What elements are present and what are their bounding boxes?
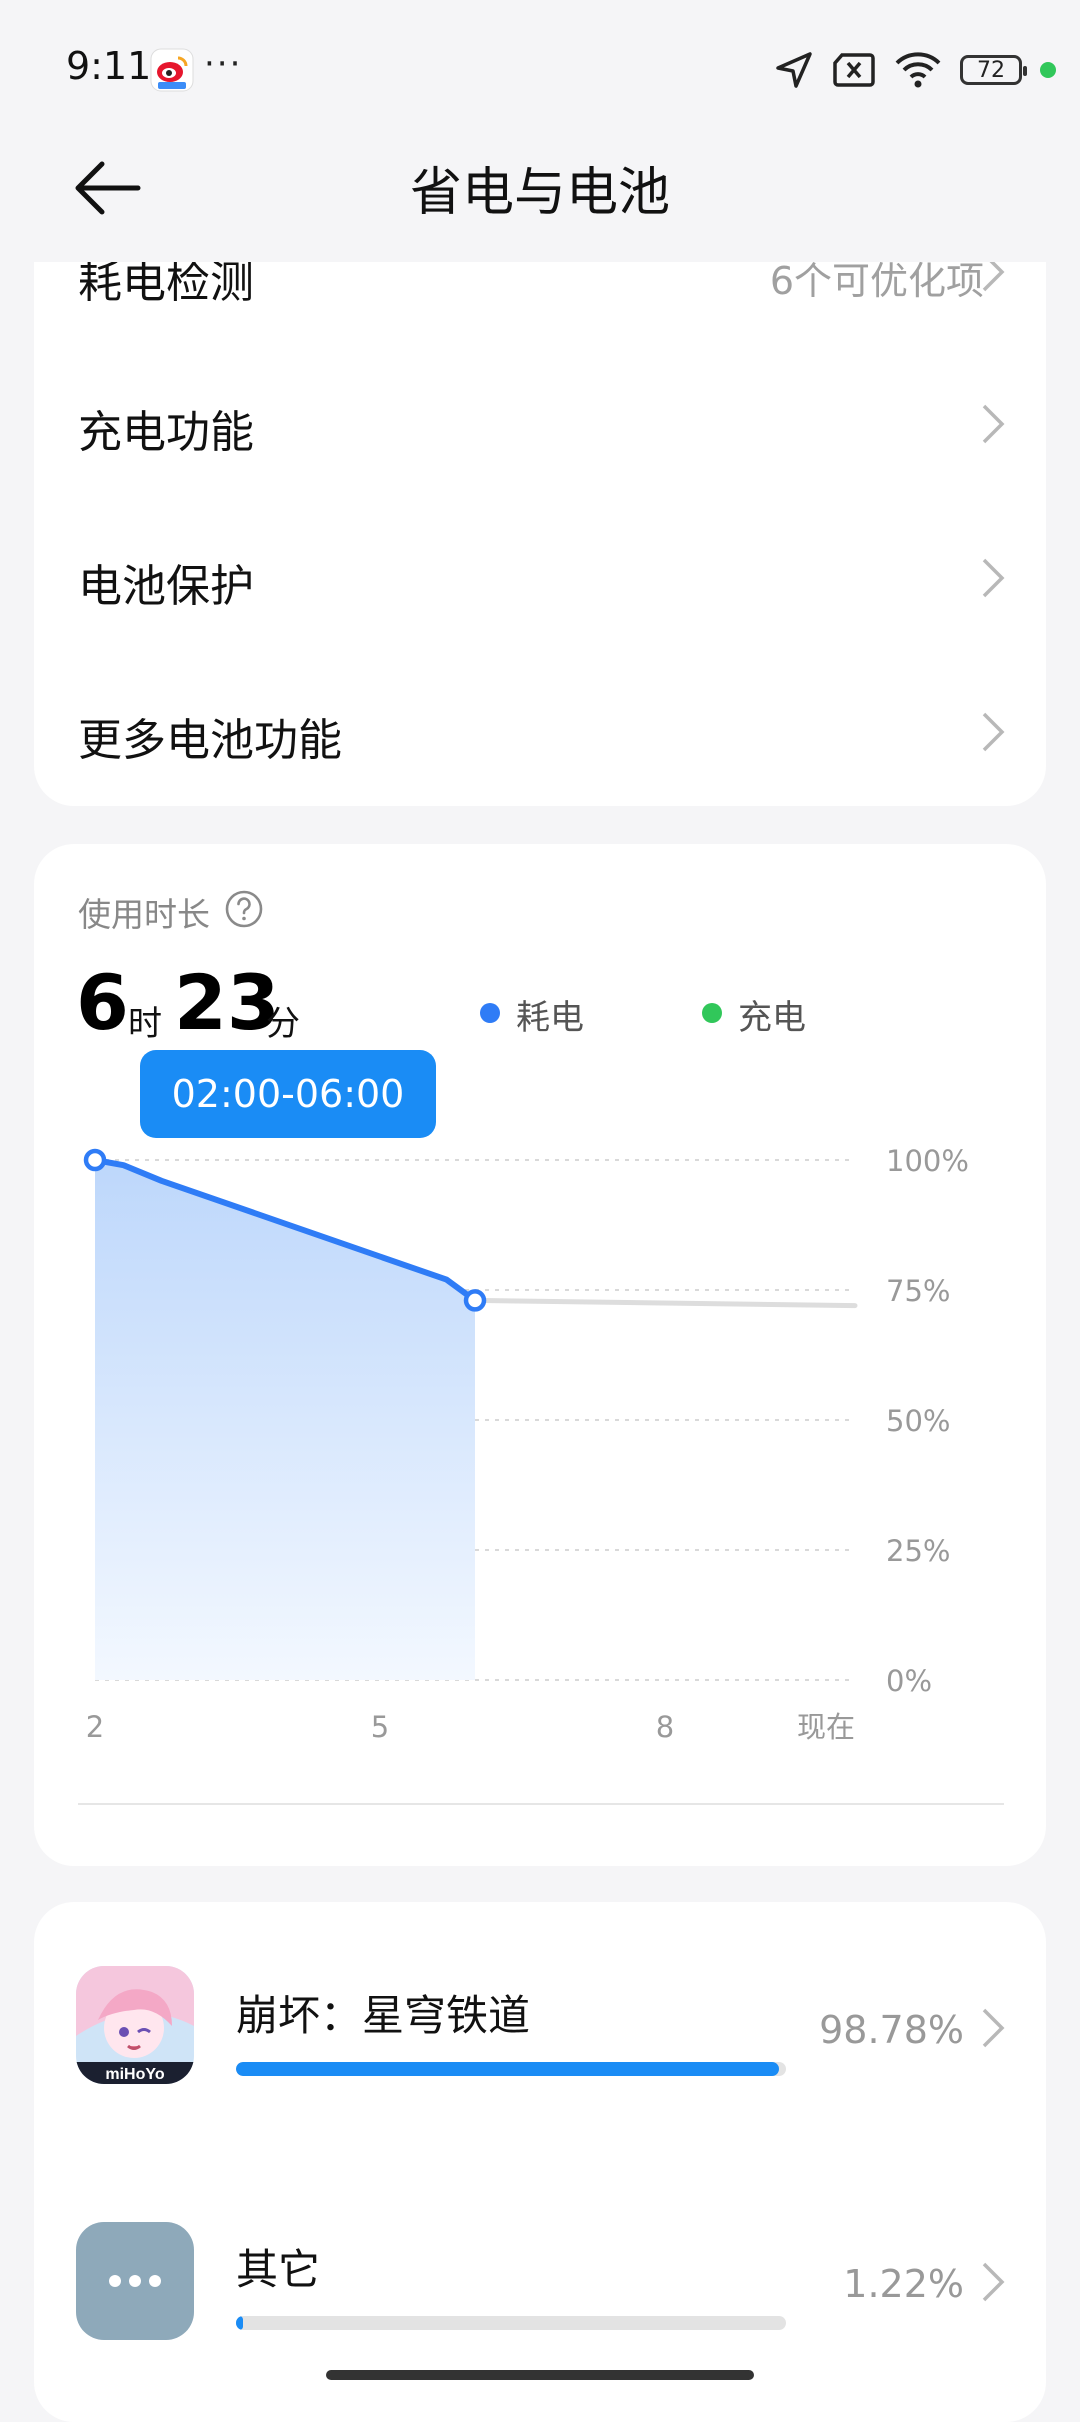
help-question-icon[interactable] <box>224 889 264 929</box>
legend-charge-dot <box>702 1003 722 1023</box>
y-tick-label: 0% <box>886 1664 932 1698</box>
usage-hours-value: 6 <box>76 958 129 1047</box>
wifi-icon <box>895 52 941 88</box>
x-tick-label: 8 <box>656 1710 674 1744</box>
drain-area <box>95 1160 475 1680</box>
chevron-right-icon <box>982 2008 1005 2048</box>
menu-item-more-battery-features[interactable]: 更多电池功能 <box>78 704 342 768</box>
honkai-star-rail-app-icon[interactable]: miHoYo <box>76 1966 194 2084</box>
home-indicator[interactable] <box>326 2370 754 2380</box>
usage-bar <box>236 2062 786 2076</box>
legend-drain-label: 耗电 <box>516 998 584 1038</box>
legend-drain-dot <box>480 1003 500 1023</box>
chevron-right-icon <box>982 2262 1005 2302</box>
x-tick-label: 2 <box>86 1710 104 1744</box>
y-tick-label: 100% <box>886 1144 969 1178</box>
x-tick-label: 5 <box>371 1710 389 1744</box>
usage-bar <box>236 2316 786 2330</box>
y-tick-label: 25% <box>886 1534 950 1568</box>
x-tick-label: 现在 <box>797 1710 855 1744</box>
usage-time-label: 使用时长 <box>78 895 210 934</box>
data-point[interactable] <box>463 1289 487 1312</box>
privacy-indicator-dot <box>1040 62 1056 78</box>
status-time: 9:11 <box>66 44 152 88</box>
legend-charge-label: 充电 <box>738 998 806 1038</box>
sim-off-icon <box>833 53 875 87</box>
svg-text:miHoYo: miHoYo <box>105 2066 164 2083</box>
app-percentage: 1.22% <box>843 2262 964 2306</box>
usage-hours-unit: 时 <box>128 1004 162 1044</box>
chevron-right-icon <box>982 558 1005 598</box>
projection-line <box>472 1297 858 1309</box>
usage-minutes-unit: 分 <box>266 1004 300 1044</box>
usage-bar-fill <box>236 2316 243 2330</box>
card-divider <box>78 1803 1004 1805</box>
weibo-notification-icon <box>150 48 194 92</box>
battery-usage-chart[interactable]: 100% 75% 50% 25% 0% 2 5 8 现在 <box>0 1100 1080 1760</box>
menu-item-battery-protection[interactable]: 电池保护 <box>78 550 254 614</box>
chevron-right-icon <box>982 712 1005 752</box>
page-title: 省电与电池 <box>409 163 670 223</box>
more-dots-icon[interactable] <box>76 2222 194 2340</box>
app-percentage: 98.78% <box>819 2008 964 2052</box>
battery-indicator: 72 <box>960 55 1027 85</box>
app-name[interactable]: 崩坏：星穹铁道 <box>236 1982 530 2043</box>
menu-item-charging-features[interactable]: 充电功能 <box>78 396 254 460</box>
app-name[interactable]: 其它 <box>236 2236 320 2297</box>
y-tick-label: 50% <box>886 1404 950 1438</box>
usage-bar-fill <box>236 2062 780 2076</box>
time-range-tooltip: 02:00-06:00 <box>140 1050 436 1138</box>
usage-minutes-value: 23 <box>174 958 280 1047</box>
data-point[interactable] <box>83 1148 107 1172</box>
chevron-right-icon <box>982 404 1005 444</box>
status-more-dots: ··· <box>204 44 243 84</box>
y-tick-label: 75% <box>886 1274 950 1308</box>
location-icon <box>776 52 812 88</box>
